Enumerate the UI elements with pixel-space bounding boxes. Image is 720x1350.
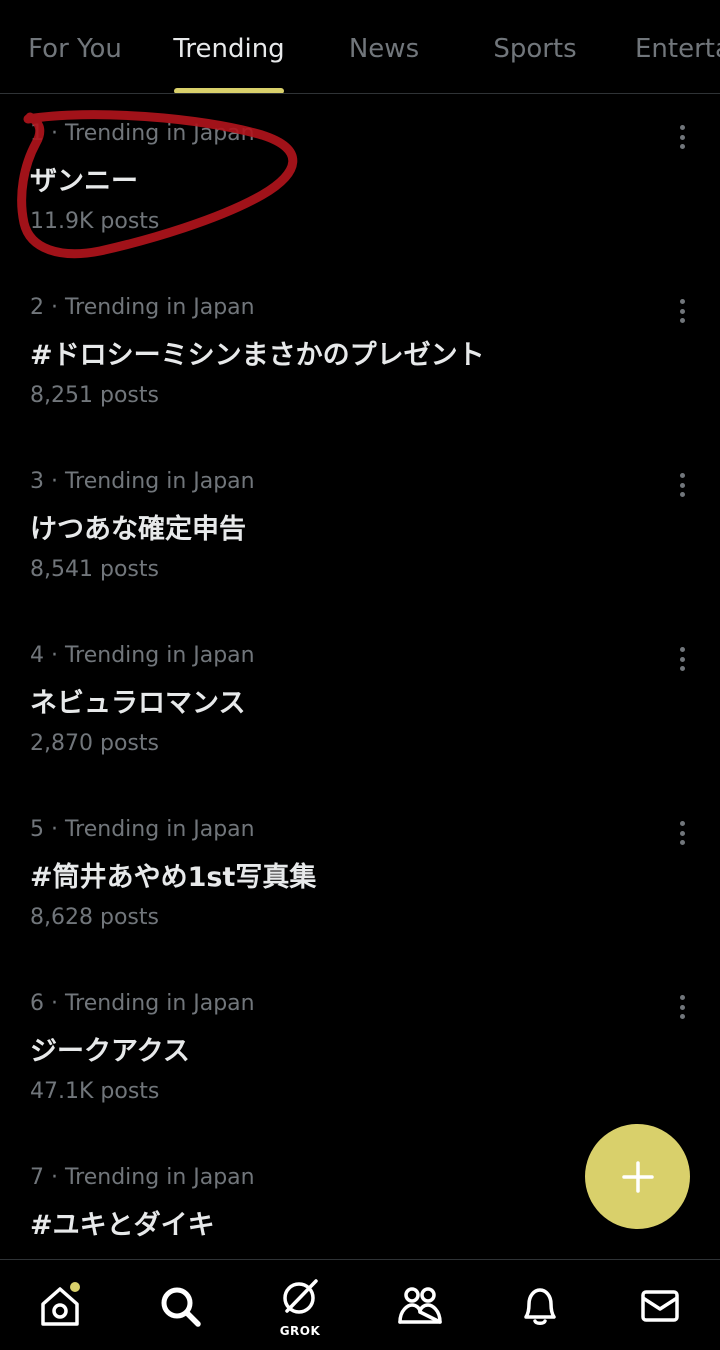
- tab-for-you[interactable]: For You: [0, 0, 150, 93]
- compose-post-button[interactable]: [585, 1124, 690, 1229]
- tab-news[interactable]: News: [308, 0, 460, 93]
- tab-label: Entertainment: [635, 34, 720, 64]
- trend-item[interactable]: 6 · Trending in Japan ジークアクス 47.1K posts: [0, 965, 720, 1139]
- grok-icon: [283, 1278, 318, 1314]
- tab-entertainment[interactable]: Entertainment: [610, 0, 720, 93]
- trend-title: #ユキとダイキ: [30, 1210, 215, 1241]
- trend-title: ザンニー: [30, 166, 138, 197]
- tab-label: Sports: [493, 34, 577, 64]
- app-root: For You Trending News Sports Entertainme…: [0, 0, 720, 1350]
- trend-item[interactable]: 3 · Trending in Japan けつあな確定申告 8,541 pos…: [0, 443, 720, 617]
- trend-meta: 1 · Trending in Japan: [30, 121, 255, 146]
- trend-title: けつあな確定申告: [30, 514, 246, 545]
- more-options-icon[interactable]: [668, 471, 696, 499]
- trend-meta: 3 · Trending in Japan: [30, 469, 255, 494]
- trend-meta: 4 · Trending in Japan: [30, 643, 255, 668]
- trend-item[interactable]: 1 · Trending in Japan ザンニー 11.9K posts: [0, 95, 720, 269]
- trend-title: ネビュラロマンス: [30, 688, 246, 719]
- trend-meta: 7 · Trending in Japan: [30, 1165, 255, 1190]
- nav-communities[interactable]: [360, 1260, 480, 1350]
- plus-icon: [621, 1160, 654, 1193]
- more-options-icon[interactable]: [668, 123, 696, 151]
- more-options-icon[interactable]: [668, 993, 696, 1021]
- trend-item[interactable]: 2 · Trending in Japan #ドロシーミシンまさかのプレゼント …: [0, 269, 720, 443]
- trending-list: 1 · Trending in Japan ザンニー 11.9K posts 2…: [0, 95, 720, 1258]
- trend-title: #ドロシーミシンまさかのプレゼント: [30, 340, 485, 371]
- communities-icon: [398, 1286, 442, 1324]
- more-options-icon[interactable]: [668, 297, 696, 325]
- nav-home[interactable]: [0, 1260, 120, 1350]
- notification-dot: [70, 1282, 80, 1292]
- trend-meta: 2 · Trending in Japan: [30, 295, 255, 320]
- tab-trending[interactable]: Trending: [150, 0, 308, 93]
- tab-label: For You: [28, 34, 122, 64]
- grok-label: GROK: [279, 1324, 321, 1338]
- tab-bar: For You Trending News Sports Entertainme…: [0, 0, 720, 94]
- trend-meta: 6 · Trending in Japan: [30, 991, 255, 1016]
- trend-post-count: 8,628 posts: [30, 905, 159, 930]
- trend-item[interactable]: 5 · Trending in Japan #筒井あやめ1st写真集 8,628…: [0, 791, 720, 965]
- trend-post-count: 47.1K posts: [30, 1079, 160, 1104]
- bottom-navigation: GROK: [0, 1259, 720, 1350]
- more-options-icon[interactable]: [668, 645, 696, 673]
- trend-meta: 5 · Trending in Japan: [30, 817, 255, 842]
- more-options-icon[interactable]: [668, 819, 696, 847]
- notifications-icon: [524, 1287, 556, 1325]
- trend-item[interactable]: 4 · Trending in Japan ネビュラロマンス 2,870 pos…: [0, 617, 720, 791]
- trend-post-count: 8,541 posts: [30, 557, 159, 582]
- active-tab-indicator: [174, 88, 284, 93]
- tab-label: Trending: [173, 34, 285, 64]
- nav-grok[interactable]: GROK: [240, 1260, 360, 1350]
- nav-search[interactable]: [120, 1260, 240, 1350]
- tab-label: News: [348, 34, 420, 64]
- nav-notifications[interactable]: [480, 1260, 600, 1350]
- trend-post-count: 2,870 posts: [30, 731, 159, 756]
- messages-icon: [641, 1289, 679, 1322]
- trend-post-count: 8,251 posts: [30, 383, 159, 408]
- trend-title: #筒井あやめ1st写真集: [30, 862, 317, 893]
- nav-messages[interactable]: [600, 1260, 720, 1350]
- tab-sports[interactable]: Sports: [460, 0, 610, 93]
- search-icon: [161, 1287, 201, 1327]
- trend-title: ジークアクス: [30, 1036, 190, 1067]
- trend-post-count: 11.9K posts: [30, 209, 160, 234]
